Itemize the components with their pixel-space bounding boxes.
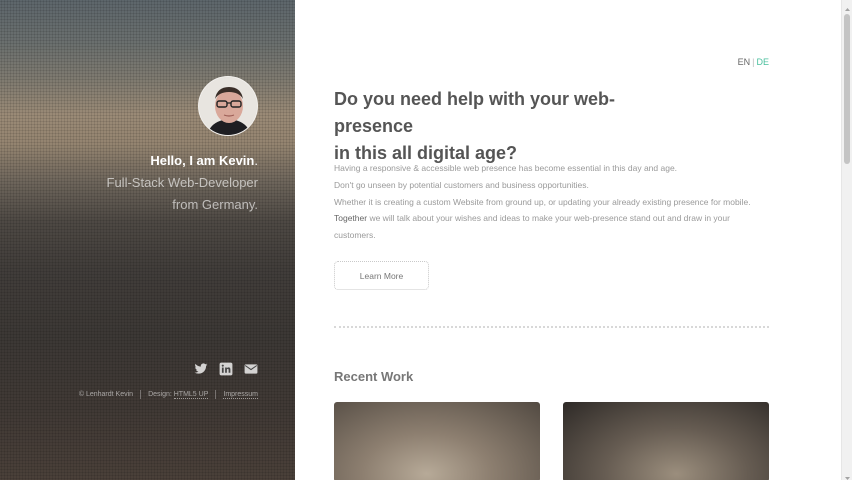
design-label: Design:: [148, 391, 172, 398]
linkedin-icon[interactable]: [219, 361, 233, 376]
design-credit-link[interactable]: HTML5 UP: [173, 391, 209, 399]
copyright-text: © Lenhardt Kevin: [78, 391, 134, 398]
email-icon[interactable]: [244, 361, 258, 375]
paragraph-line: Don't go unseen by potential customers a…: [334, 179, 589, 190]
location-text: from Germany.: [172, 197, 258, 212]
recent-work-title: Recent Work: [334, 369, 414, 384]
main-content: EN | DE Do you need help with your web-pre…: [295, 0, 841, 480]
sidebar-footer: © Lenhardt Kevin Design: HTML5 UP Impres…: [79, 390, 258, 399]
greeting: Hello, I am Kevin.: [150, 153, 258, 168]
paragraph-line: Together we will talk about your wishes …: [334, 210, 774, 227]
role-text: Full-Stack Web-Developer: [106, 175, 258, 190]
language-de-link[interactable]: DE: [756, 57, 769, 67]
page-scrollbar[interactable]: [841, 0, 852, 480]
scrollbar-thumb[interactable]: [844, 14, 850, 164]
footer-divider: [215, 390, 217, 399]
together-strong: Together: [334, 213, 368, 224]
twitter-icon[interactable]: [194, 361, 208, 375]
social-links: [194, 361, 258, 376]
paragraph-line: Having a responsive & accessible web pre…: [334, 163, 678, 173]
language-switcher: EN | DE: [738, 57, 769, 67]
scroll-up-arrow-icon[interactable]: [842, 0, 852, 11]
work-thumbnail[interactable]: [334, 402, 540, 480]
page-headline: Do you need help with your web-presence …: [334, 86, 694, 167]
scroll-down-arrow-icon[interactable]: [842, 469, 852, 480]
paragraph-line: customers.: [334, 230, 376, 241]
paragraph-line: Whether it is creating a custom Website …: [334, 196, 751, 207]
intro-paragraph: Having a responsive & accessible web pre…: [334, 160, 774, 244]
avatar: [198, 76, 258, 136]
impressum-link[interactable]: Impressum: [223, 391, 258, 399]
section-divider: [334, 326, 769, 328]
footer-divider: [140, 390, 142, 399]
intro-text: Hello, I am Kevin. Full-Stack Web-Develo…: [107, 150, 258, 216]
work-thumbnail[interactable]: [563, 402, 769, 480]
learn-more-button[interactable]: Learn More: [334, 261, 429, 290]
language-en-link[interactable]: EN: [738, 57, 751, 67]
sidebar: Hello, I am Kevin. Full-Stack Web-Develo…: [0, 0, 295, 480]
headline-line-1: Do you need help with your web-presence: [334, 89, 616, 136]
paragraph-text: we will talk about your wishes and ideas…: [367, 213, 730, 224]
language-separator: |: [752, 57, 755, 67]
